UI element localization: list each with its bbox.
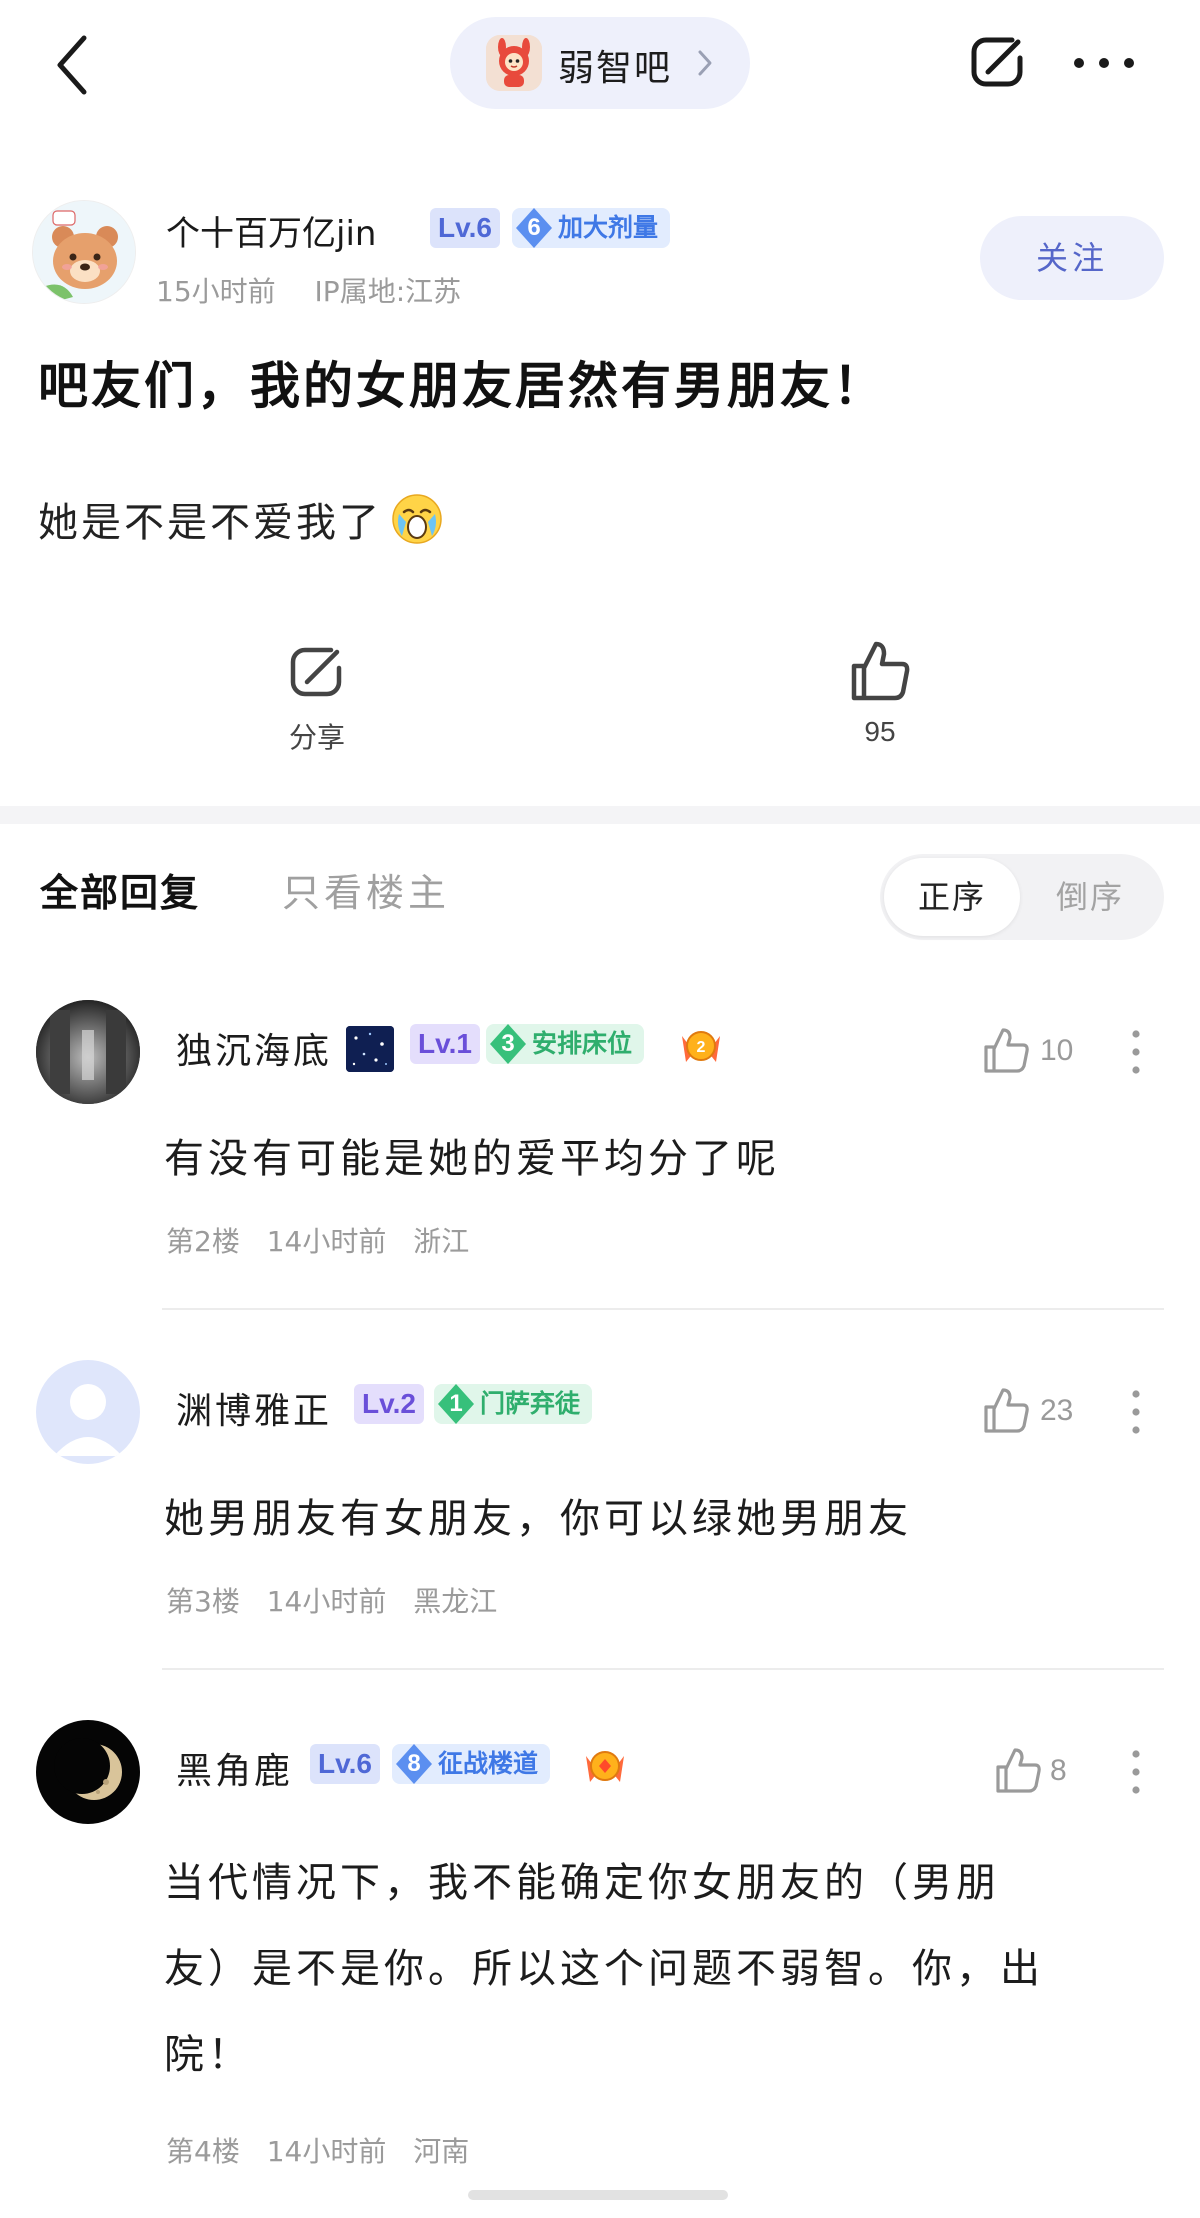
title-badge: 3 安排床位	[486, 1024, 645, 1064]
comment-item: 渊博雅正 Lv.2 1 门萨弃徒 23 她男朋友有女朋友，你可以绿她男朋友 第3…	[0, 1360, 1200, 1680]
title-badge-label: 加大剂量	[558, 213, 659, 242]
comment-separator	[162, 1668, 1164, 1670]
ip-location: IP属地:江苏	[314, 275, 462, 308]
more-vertical-icon[interactable]	[1128, 1388, 1144, 1436]
title-badge-label: 安排床位	[532, 1029, 633, 1058]
crying-emoji-icon	[392, 494, 442, 544]
like-count: 95	[864, 716, 896, 747]
tab-only-op[interactable]: 只看楼主	[282, 862, 450, 917]
comment-like-count: 23	[1040, 1394, 1074, 1427]
author-meta: 15小时前 IP属地:江苏	[156, 270, 491, 310]
gem-icon	[490, 1024, 526, 1064]
thumbs-up-icon[interactable]	[994, 1742, 1042, 1798]
forum-avatar	[486, 35, 542, 91]
chevron-right-icon	[698, 50, 712, 76]
top-bar: 弱智吧	[0, 0, 1200, 130]
level-badge: Lv.6	[310, 1744, 380, 1784]
post-time: 15小时前	[156, 275, 276, 308]
title-badge-label: 门萨弃徒	[480, 1389, 581, 1418]
comment-time: 14小时前	[266, 1585, 387, 1618]
level-badge: Lv.1	[410, 1024, 480, 1064]
gem-icon	[396, 1744, 432, 1784]
comment-text: 当代情况下，我不能确定你女朋友的（男朋 友）是不是你。所以这个问题不弱智。你，出…	[164, 1840, 1164, 2098]
share-icon	[290, 647, 342, 697]
share-action[interactable]: 分享	[257, 640, 377, 756]
title-badge: 6 加大剂量	[512, 208, 671, 248]
avatar[interactable]	[36, 1000, 140, 1104]
comment-like-count: 8	[1050, 1754, 1067, 1787]
comment-item: 黑角鹿 Lv.6 8 征战楼道 8 当代情况下，我不能确定你女朋友的（男朋 友）…	[0, 1720, 1200, 2200]
comment-text-line: 当代情况下，我不能确定你女朋友的（男朋	[164, 1860, 1000, 1906]
avatar[interactable]	[36, 1360, 140, 1464]
post-body-text: 她是不是不爱我了	[38, 500, 382, 546]
comment-time: 14小时前	[266, 2135, 387, 2168]
medal-number: 2	[697, 1039, 706, 1056]
commenter-name[interactable]: 独沉海底	[176, 1022, 332, 1074]
comment-item: 独沉海底 Lv.1 3 安排床位 2 10 有没有可能是她的爱平均分了呢 第2楼…	[0, 1000, 1200, 1320]
title-badge-label: 征战楼道	[438, 1749, 539, 1778]
comment-meta: 第2楼 14小时前 浙江	[166, 1220, 487, 1260]
medal-icon: 2	[682, 1031, 720, 1062]
floor-number: 第4楼	[166, 2135, 240, 2168]
title-badge: 1 门萨弃徒	[434, 1384, 593, 1424]
gem-icon	[516, 208, 552, 248]
share-icon[interactable]	[966, 30, 1030, 94]
medal-icon	[586, 1751, 624, 1782]
avatar[interactable]	[36, 1720, 140, 1824]
comment-like-count: 10	[1040, 1034, 1074, 1067]
more-vertical-icon[interactable]	[1128, 1748, 1144, 1796]
comment-text-line: 友）是不是你。所以这个问题不弱智。你，出	[164, 1946, 1044, 1992]
home-indicator	[468, 2190, 728, 2200]
sort-descending-button[interactable]: 倒序	[1022, 858, 1158, 936]
follow-button[interactable]: 关注	[980, 216, 1164, 300]
gem-icon	[438, 1384, 474, 1424]
level-badge: Lv.2	[354, 1384, 424, 1424]
floor-number: 第3楼	[166, 1585, 240, 1618]
comment-separator	[162, 1308, 1164, 1310]
level-badge: Lv.6	[430, 208, 500, 248]
post-title: 吧友们，我的女朋友居然有男朋友！	[38, 357, 886, 415]
more-vertical-icon[interactable]	[1128, 1028, 1144, 1076]
commenter-name[interactable]: 黑角鹿	[176, 1742, 293, 1794]
author-name[interactable]: 个十百万亿jin	[166, 206, 376, 255]
starry-sky-icon	[346, 1026, 394, 1072]
section-divider	[0, 806, 1200, 824]
comment-text: 她男朋友有女朋友，你可以绿她男朋友	[164, 1496, 912, 1542]
thumbs-up-icon	[851, 641, 910, 701]
author-avatar[interactable]	[32, 200, 136, 304]
comment-meta: 第3楼 14小时前 黑龙江	[166, 1580, 515, 1620]
thumbs-up-icon[interactable]	[982, 1382, 1030, 1438]
more-dots-icon[interactable]	[1072, 56, 1136, 70]
comment-text: 有没有可能是她的爱平均分了呢	[164, 1136, 780, 1182]
share-label: 分享	[288, 721, 345, 754]
thumbs-up-icon[interactable]	[982, 1022, 1030, 1078]
forum-name: 弱智吧	[558, 48, 673, 89]
comment-location: 黑龙江	[413, 1585, 498, 1618]
comment-location: 河南	[413, 2135, 470, 2168]
sort-toggle: 正序 倒序	[880, 854, 1164, 940]
commenter-name[interactable]: 渊博雅正	[176, 1382, 332, 1434]
floor-number: 第2楼	[166, 1225, 240, 1258]
comment-location: 浙江	[413, 1225, 470, 1258]
tab-all-replies[interactable]: 全部回复	[40, 862, 200, 917]
comment-time: 14小时前	[266, 1225, 387, 1258]
title-badge: 8 征战楼道	[392, 1744, 551, 1784]
like-action[interactable]: 95	[820, 636, 940, 748]
sort-ascending-button[interactable]: 正序	[884, 858, 1020, 936]
comment-meta: 第4楼 14小时前 河南	[166, 2130, 487, 2170]
post-body: 她是不是不爱我了	[38, 490, 444, 548]
comment-text-line: 院！	[164, 2032, 252, 2078]
forum-entry-button[interactable]: 弱智吧	[450, 17, 750, 109]
back-chevron-icon[interactable]	[48, 30, 98, 100]
